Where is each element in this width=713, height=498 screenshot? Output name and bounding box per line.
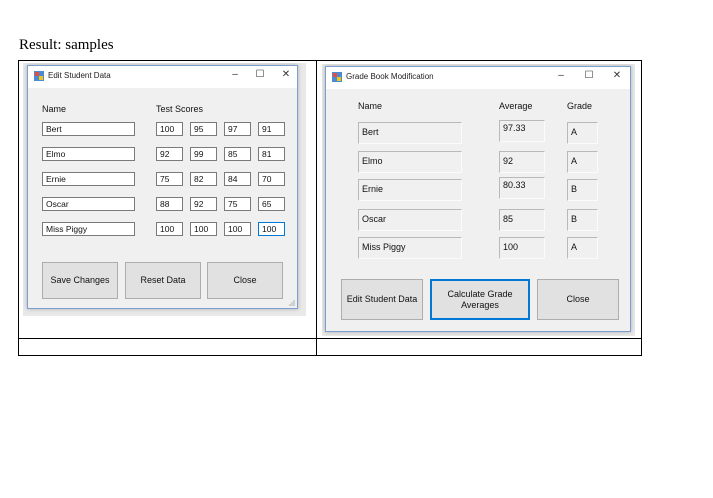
score-field[interactable]: 99 [190, 147, 217, 161]
maximize-icon[interactable]: ☐ [582, 70, 596, 81]
score-field[interactable]: 75 [224, 197, 251, 211]
table-cell-empty-left [18, 338, 317, 356]
edit-student-screenshot: Edit Student Data – ☐ ✕ Name Test Scores… [23, 63, 306, 316]
score-field[interactable]: 97 [224, 122, 251, 136]
score-field[interactable]: 92 [156, 147, 183, 161]
calculate-grade-averages-button[interactable]: Calculate Grade Averages [430, 279, 530, 320]
score-field[interactable]: 100 [156, 222, 183, 236]
edit-student-data-button[interactable]: Edit Student Data [341, 279, 423, 320]
score-field[interactable]: 100 [258, 222, 285, 236]
student-name-label: Ernie [358, 179, 462, 201]
student-name-label: Bert [358, 122, 462, 144]
document-heading: Result: samples [19, 37, 114, 53]
student-name-field[interactable]: Miss Piggy [42, 222, 135, 236]
grade-label: B [567, 179, 598, 201]
minimize-icon[interactable]: – [228, 69, 242, 80]
score-field[interactable]: 92 [190, 197, 217, 211]
score-field[interactable]: 91 [258, 122, 285, 136]
edit-window-title: Edit Student Data [48, 71, 111, 80]
grade-window-titlebar[interactable]: Grade Book Modification – ☐ ✕ [326, 67, 630, 89]
grade-book-window: Grade Book Modification – ☐ ✕ Name Avera… [325, 66, 631, 332]
score-field[interactable]: 100 [224, 222, 251, 236]
name-header: Name [358, 101, 383, 111]
reset-data-button[interactable]: Reset Data [125, 262, 201, 299]
average-label: 85 [499, 209, 545, 231]
student-name-field[interactable]: Elmo [42, 147, 135, 161]
student-name-label: Elmo [358, 151, 462, 173]
grade-label: B [567, 209, 598, 231]
student-name-label: Miss Piggy [358, 237, 462, 259]
table-cell-empty-right [316, 338, 642, 356]
grade-book-screenshot: Grade Book Modification – ☐ ✕ Name Avera… [322, 64, 635, 336]
maximize-icon[interactable]: ☐ [253, 69, 267, 80]
grade-label: A [567, 237, 598, 259]
student-name-label: Oscar [358, 209, 462, 231]
grade-header: Grade [567, 101, 593, 111]
close-icon[interactable]: ✕ [610, 70, 624, 81]
score-field[interactable]: 75 [156, 172, 183, 186]
score-field[interactable]: 100 [156, 122, 183, 136]
average-label: 92 [499, 151, 545, 173]
score-field[interactable]: 65 [258, 197, 285, 211]
grade-label: A [567, 122, 598, 144]
app-icon [34, 71, 44, 81]
score-field[interactable]: 85 [224, 147, 251, 161]
test-scores-header: Test Scores [156, 104, 204, 114]
minimize-icon[interactable]: – [554, 70, 568, 81]
close-icon[interactable]: ✕ [279, 69, 293, 80]
average-label: 100 [499, 237, 545, 259]
score-field[interactable]: 95 [190, 122, 217, 136]
average-label: 80.33 [499, 177, 545, 199]
close-button[interactable]: Close [537, 279, 619, 320]
student-name-field[interactable]: Bert [42, 122, 135, 136]
score-field[interactable]: 70 [258, 172, 285, 186]
average-label: 97.33 [499, 120, 545, 142]
grade-window-title: Grade Book Modification [346, 72, 434, 81]
close-button[interactable]: Close [207, 262, 283, 299]
score-field[interactable]: 100 [190, 222, 217, 236]
student-name-field[interactable]: Ernie [42, 172, 135, 186]
score-field[interactable]: 81 [258, 147, 285, 161]
grade-label: A [567, 151, 598, 173]
name-header: Name [42, 104, 67, 114]
average-header: Average [499, 101, 533, 111]
score-field[interactable]: 82 [190, 172, 217, 186]
resize-grip-icon[interactable] [287, 298, 295, 306]
edit-student-window: Edit Student Data – ☐ ✕ Name Test Scores… [27, 65, 298, 309]
score-field[interactable]: 84 [224, 172, 251, 186]
app-icon [332, 72, 342, 82]
student-name-field[interactable]: Oscar [42, 197, 135, 211]
save-changes-button[interactable]: Save Changes [42, 262, 118, 299]
edit-window-titlebar[interactable]: Edit Student Data – ☐ ✕ [28, 66, 297, 88]
score-field[interactable]: 88 [156, 197, 183, 211]
